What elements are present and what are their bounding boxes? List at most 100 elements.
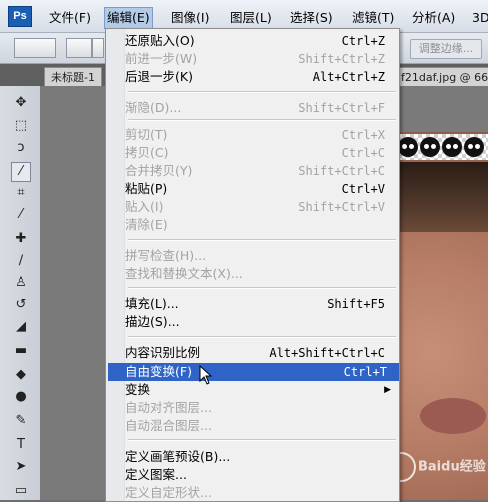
edit-menu-item[interactable]: 后退一步(K) Alt+Ctrl+Z [125, 68, 397, 86]
edit-menu-item: 自动对齐图层... [125, 399, 397, 417]
menu-filter[interactable]: 滤镜(T) [352, 8, 394, 28]
skull-pattern-strip [398, 134, 488, 160]
menu-separator [128, 119, 396, 121]
add-selection-button[interactable] [92, 38, 104, 58]
menu-select[interactable]: 选择(S) [290, 8, 333, 28]
menu-item-shortcut: Ctrl+T [343, 365, 387, 379]
menu-separator [128, 439, 396, 441]
type-tool-icon[interactable]: T [12, 436, 30, 454]
menu-item-shortcut: Ctrl+Z [341, 34, 385, 48]
edit-menu-item[interactable]: 定义图案... [125, 466, 397, 484]
edit-menu-item[interactable]: 描边(S)... [125, 313, 397, 331]
tab-photo[interactable]: f21daf.jpg @ 66 [398, 67, 488, 88]
edit-menu-item[interactable]: 填充(L)... Shift+F5 [125, 295, 397, 313]
menu-item-label: 剪切(T) [125, 127, 168, 142]
edit-menu-item: 查找和替换文本(X)... [125, 265, 397, 283]
edit-menu-item: 前进一步(W) Shift+Ctrl+Z [125, 50, 397, 68]
menu-3d[interactable]: 3D [472, 8, 488, 28]
magic-wand-tool-icon[interactable]: ⁄ [11, 162, 31, 182]
watermark: Baidu经验 [386, 452, 486, 492]
skull-icon [442, 137, 462, 157]
menu-item-label: 内容识别比例 [125, 345, 201, 360]
menu-item-shortcut: Shift+Ctrl+F [298, 101, 385, 115]
menu-item-label: 渐隐(D)... [125, 100, 182, 115]
menu-item-label: 还原贴入(O) [125, 33, 195, 48]
edit-menu-item: 拼写检查(H)... [125, 247, 397, 265]
edit-menu-item: 合并拷贝(Y) Shift+Ctrl+C [125, 162, 397, 180]
edit-menu-item[interactable]: 变换 ▶ [125, 381, 397, 399]
menu-item-label: 合并拷贝(Y) [125, 163, 193, 178]
brush-tool-icon[interactable]: ∕ [12, 252, 30, 270]
skull-icon [464, 137, 484, 157]
menu-analysis[interactable]: 分析(A) [412, 8, 455, 28]
menu-item-shortcut: Ctrl+C [341, 146, 385, 160]
menu-item-label: 粘贴(P) [125, 181, 168, 196]
tool-preset-picker[interactable] [14, 38, 56, 58]
menu-layer[interactable]: 图层(L) [230, 8, 272, 28]
menu-item-label: 变换 [125, 382, 151, 397]
menu-item-label: 前进一步(W) [125, 51, 198, 66]
tools-panel: ✥ ⬚ ↄ ⁄ ⌗ ⁄ ✚ ∕ ♙ ↺ ◢ ▬ ◆ ● ✎ T ➤ ▭ [0, 86, 41, 500]
menu-file[interactable]: 文件(F) [49, 8, 91, 28]
menu-item-shortcut: Shift+Ctrl+C [298, 164, 385, 178]
menu-item-shortcut: Shift+Ctrl+V [298, 200, 385, 214]
menu-item-label: 定义图案... [125, 467, 187, 482]
edit-menu-item[interactable]: 还原贴入(O) Ctrl+Z [125, 32, 397, 50]
refine-edge-button[interactable]: 调整边缘... [410, 39, 482, 59]
menu-edit[interactable]: 编辑(E) [104, 7, 153, 29]
menu-item-label: 描边(S)... [125, 314, 180, 329]
menu-item-shortcut: Shift+F5 [327, 297, 385, 311]
photo-lips [420, 398, 486, 434]
menu-item-label: 填充(L)... [125, 296, 179, 311]
pen-tool-icon[interactable]: ✎ [12, 412, 30, 430]
edit-menu-item[interactable]: 自由变换(F) Ctrl+T [108, 363, 399, 381]
move-tool-icon[interactable]: ✥ [12, 94, 30, 112]
menu-item-shortcut: Ctrl+X [341, 128, 385, 142]
skull-icon [398, 137, 418, 157]
tab-untitled[interactable]: 未标题-1 [44, 67, 102, 88]
menu-item-shortcut: Alt+Ctrl+Z [312, 70, 385, 84]
menu-item-shortcut: Alt+Shift+Ctrl+C [269, 346, 385, 360]
menu-item-shortcut: Shift+Ctrl+Z [298, 52, 385, 66]
menu-icon-strip [106, 29, 125, 501]
watermark-text: Baidu经验 [418, 459, 486, 475]
edit-menu-item[interactable]: 粘贴(P) Ctrl+V [125, 180, 397, 198]
edit-menu-item: 自动混合图层... [125, 417, 397, 435]
menu-item-label: 定义自定形状... [125, 485, 212, 500]
menu-separator [128, 336, 396, 338]
edit-menu-item: 剪切(T) Ctrl+X [125, 126, 397, 144]
blur-tool-icon[interactable]: ◆ [12, 366, 30, 384]
shape-tool-icon[interactable]: ▭ [12, 482, 30, 500]
submenu-arrow-icon: ▶ [384, 385, 391, 395]
edit-menu-item: 拷贝(C) Ctrl+C [125, 144, 397, 162]
menu-item-label: 贴入(I) [125, 199, 164, 214]
path-selection-tool-icon[interactable]: ➤ [12, 458, 30, 476]
menu-item-label: 自动混合图层... [125, 418, 212, 433]
photoshop-logo-icon[interactable]: Ps [8, 6, 32, 27]
lasso-tool-icon[interactable]: ↄ [12, 139, 30, 157]
new-selection-button[interactable] [66, 38, 92, 58]
skull-icon [420, 137, 440, 157]
edit-menu-item: 渐隐(D)... Shift+Ctrl+F [125, 99, 397, 117]
healing-brush-tool-icon[interactable]: ✚ [12, 230, 30, 248]
dodge-tool-icon[interactable]: ● [12, 388, 30, 406]
marquee-tool-icon[interactable]: ⬚ [12, 117, 30, 135]
menu-item-label: 清除(E) [125, 217, 168, 232]
eyedropper-tool-icon[interactable]: ⁄ [12, 206, 30, 224]
edit-menu-item[interactable]: 定义画笔预设(B)... [125, 448, 397, 466]
stamp-tool-icon[interactable]: ♙ [12, 274, 30, 292]
gradient-tool-icon[interactable]: ▬ [12, 342, 30, 360]
photo-hair-region [392, 162, 488, 232]
menu-item-label: 后退一步(K) [125, 69, 193, 84]
menu-image[interactable]: 图像(I) [171, 8, 209, 28]
history-brush-tool-icon[interactable]: ↺ [12, 296, 30, 314]
menu-item-shortcut: Ctrl+V [341, 182, 385, 196]
eraser-tool-icon[interactable]: ◢ [12, 318, 30, 336]
edit-menu-item: 定义自定形状... [125, 484, 397, 502]
menu-item-label: 自动对齐图层... [125, 400, 212, 415]
crop-tool-icon[interactable]: ⌗ [12, 184, 30, 202]
edit-menu-dropdown: 还原贴入(O) Ctrl+Z 前进一步(W) Shift+Ctrl+Z 后退一步(K) A… [105, 28, 400, 502]
menu-separator [128, 287, 396, 289]
menu-item-label: 自由变换(F) [125, 364, 192, 379]
edit-menu-item[interactable]: 内容识别比例 Alt+Shift+Ctrl+C [125, 344, 397, 362]
